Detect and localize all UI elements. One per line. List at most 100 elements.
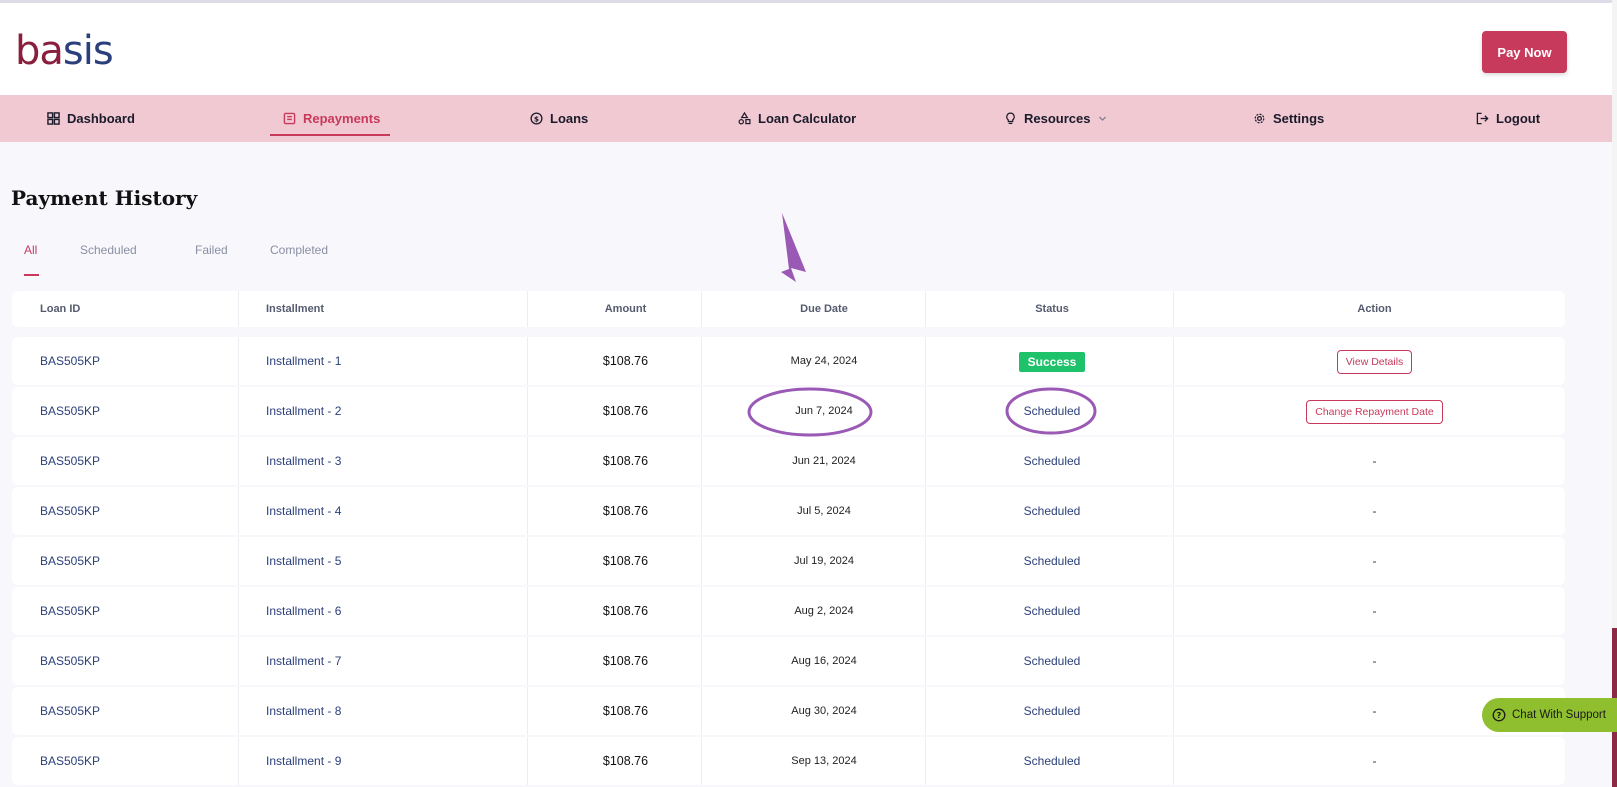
nav-item-dashboard[interactable]: Dashboard (47, 95, 135, 142)
dollar-circle-icon: $ (530, 112, 543, 125)
help-circle-icon: ? (1492, 708, 1506, 722)
tab-scheduled[interactable]: Scheduled (80, 243, 137, 257)
logo-text-part1: ba (15, 28, 64, 74)
shapes-icon (738, 112, 751, 125)
page-title: Payment History (11, 186, 198, 210)
due-date-cell: Jul 19, 2024 (794, 555, 854, 567)
status-cell: Scheduled (1023, 704, 1081, 718)
tab-all[interactable]: All (24, 243, 37, 257)
column-divider (1173, 291, 1174, 327)
nav-label: Repayments (303, 111, 381, 126)
loan-id-cell: BAS505KP (40, 704, 101, 718)
column-divider (238, 291, 239, 327)
column-divider (925, 337, 926, 385)
column-divider (238, 387, 239, 435)
table-row: BAS505KP Installment - 1 $108.76 May 24, 20… (12, 337, 1565, 385)
view-details-button[interactable]: View Details (1336, 349, 1413, 374)
nav-item-logout[interactable]: Logout (1476, 95, 1540, 142)
installment-cell: Installment - 7 (266, 654, 342, 668)
column-divider (701, 487, 702, 535)
installment-cell: Installment - 4 (266, 504, 342, 518)
installment-cell: Installment - 3 (266, 454, 342, 468)
installment-cell: Installment - 6 (266, 604, 342, 618)
column-divider (701, 437, 702, 485)
column-divider (1173, 537, 1174, 585)
column-divider (925, 587, 926, 635)
loan-id-cell: BAS505KP (40, 554, 101, 568)
active-nav-indicator (270, 134, 390, 136)
column-divider (1173, 487, 1174, 535)
column-divider (527, 737, 528, 785)
nav-item-settings[interactable]: Settings (1253, 95, 1324, 142)
change-repayment-date-button[interactable]: Change Repayment Date (1306, 399, 1443, 424)
column-divider (701, 687, 702, 735)
action-cell: Change Repayment Date (1182, 387, 1567, 435)
column-divider (925, 291, 926, 327)
column-divider (925, 537, 926, 585)
table-row: BAS505KP Installment - 3 $108.76 Jun 21, 20… (12, 437, 1565, 485)
logout-icon (1476, 112, 1489, 125)
nav-label: Dashboard (67, 111, 135, 126)
tab-failed[interactable]: Failed (195, 243, 228, 257)
loan-id-cell: BAS505KP (40, 604, 101, 618)
table-row: BAS505KP Installment - 2 $108.76 Jun 7, 202… (12, 387, 1565, 435)
chevron-down-icon (1099, 116, 1107, 121)
action-cell: - (1372, 554, 1377, 568)
status-cell: Scheduled (1023, 604, 1081, 618)
nav-item-loan-calculator[interactable]: Loan Calculator (738, 95, 856, 142)
column-header-loan-id: Loan ID (40, 303, 81, 315)
column-divider (701, 291, 702, 327)
column-divider (1173, 587, 1174, 635)
nav-item-resources[interactable]: Resources (1004, 95, 1108, 142)
nav-label: Loan Calculator (758, 111, 857, 126)
installment-cell: Installment - 2 (266, 404, 342, 418)
action-cell: - (1372, 654, 1377, 668)
status-cell: Scheduled (1023, 454, 1081, 468)
pay-now-button[interactable]: Pay Now (1482, 31, 1567, 73)
table-row: BAS505KP Installment - 4 $108.76 Jul 5, 202… (12, 487, 1565, 535)
amount-cell: $108.76 (602, 654, 649, 668)
nav-label: Loans (550, 111, 589, 126)
loan-id-cell: BAS505KP (40, 354, 101, 368)
amount-cell: $108.76 (602, 604, 649, 618)
due-date-cell: Jun 7, 2024 (795, 405, 853, 417)
table-row: BAS505KP Installment - 6 $108.76 Aug 2, 202… (12, 587, 1565, 635)
status-cell: Success (947, 337, 1157, 385)
tab-completed[interactable]: Completed (270, 243, 328, 257)
basis-logo[interactable]: basis (15, 28, 114, 74)
amount-cell: $108.76 (602, 404, 649, 418)
active-tab-indicator (24, 274, 39, 276)
installment-cell: Installment - 8 (266, 704, 342, 718)
column-header-amount: Amount (604, 303, 647, 315)
loan-id-cell: BAS505KP (40, 504, 101, 518)
due-date-cell: Jul 5, 2024 (797, 505, 851, 517)
due-date-cell: Jun 21, 2024 (792, 455, 856, 467)
column-divider (1173, 437, 1174, 485)
action-cell: - (1372, 754, 1377, 768)
column-header-due-date: Due Date (800, 303, 848, 315)
loan-id-cell: BAS505KP (40, 454, 101, 468)
column-divider (238, 487, 239, 535)
column-divider (925, 437, 926, 485)
logo-text-part2: sis (62, 28, 114, 74)
table-row: BAS505KP Installment - 9 $108.76 Sep 13, 20… (12, 737, 1565, 785)
column-divider (527, 587, 528, 635)
due-date-cell: Aug 2, 2024 (794, 605, 854, 617)
column-divider (701, 537, 702, 585)
column-divider (527, 487, 528, 535)
status-cell: Scheduled (1023, 404, 1081, 418)
due-date-cell: Aug 16, 2024 (791, 655, 857, 667)
column-divider (238, 437, 239, 485)
loan-id-cell: BAS505KP (40, 654, 101, 668)
nav-item-loans[interactable]: $ Loans (530, 95, 588, 142)
gear-icon (1254, 113, 1265, 124)
column-divider (527, 337, 528, 385)
repayments-icon (283, 112, 296, 125)
chat-with-support-button[interactable]: ? Chat With Support (1482, 698, 1617, 732)
status-badge: Success (1018, 351, 1086, 372)
status-cell: Scheduled (1023, 754, 1081, 768)
lightbulb-icon (1006, 112, 1015, 125)
column-divider (1173, 387, 1174, 435)
nav-label: Resources (1024, 111, 1091, 126)
status-cell: Scheduled (1023, 554, 1081, 568)
